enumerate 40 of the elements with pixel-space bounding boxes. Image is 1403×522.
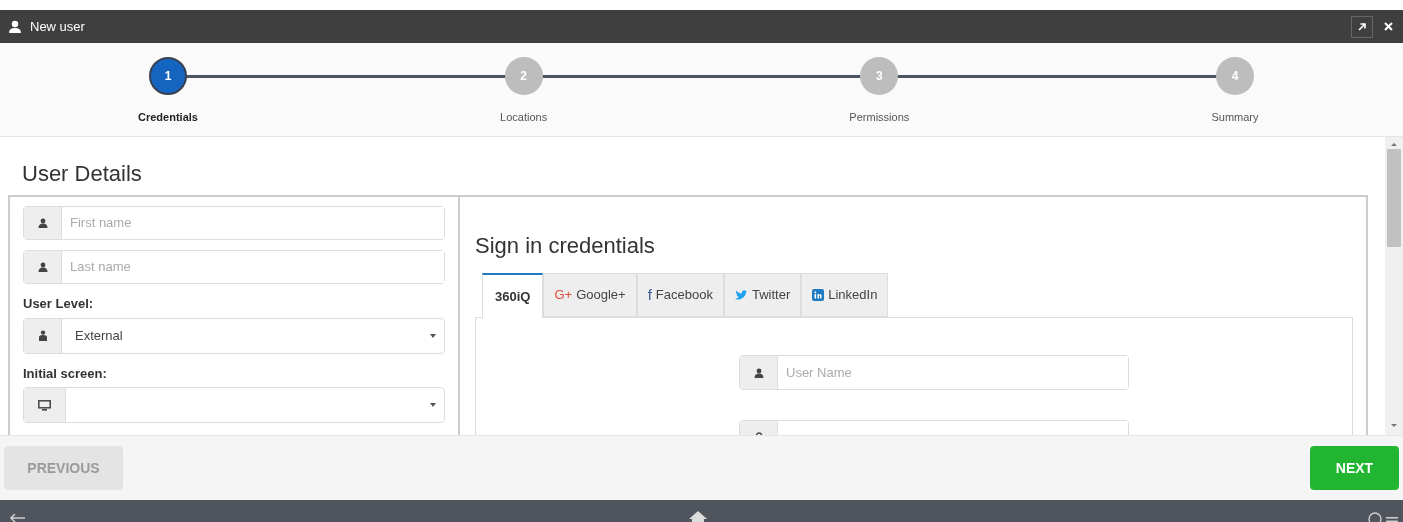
popout-button[interactable] <box>1351 15 1373 38</box>
tab[interactable]: G+ Google+ <box>543 273 637 317</box>
step-label: Credentials <box>138 110 198 125</box>
step-label: Summary <box>1211 110 1259 125</box>
tab[interactable]: f Facebook <box>636 273 724 317</box>
section-title: User Details <box>21 160 143 188</box>
arrow-up-icon <box>1391 143 1397 146</box>
bird-icon <box>734 289 748 301</box>
scrollbar[interactable] <box>1385 137 1403 435</box>
user-icon <box>37 218 48 228</box>
first-name-field[interactable]: First name <box>23 206 445 240</box>
last-name-field[interactable]: Last name <box>23 250 445 284</box>
menu-icon[interactable] <box>1386 516 1398 522</box>
back-icon[interactable] <box>10 514 26 522</box>
tab[interactable]: 360iQ <box>482 273 544 318</box>
user-level-select[interactable]: External <box>23 317 445 354</box>
help-icon[interactable] <box>1368 512 1382 522</box>
monitor-icon <box>38 399 51 411</box>
field-label: Initial screen: <box>23 364 108 383</box>
close-icon <box>1383 22 1393 31</box>
caret-icon <box>430 403 436 407</box>
arrow-icon <box>1357 21 1367 32</box>
linkedin-icon <box>812 289 825 301</box>
arrow-down-icon <box>1391 424 1397 427</box>
home-icon[interactable] <box>689 511 707 522</box>
user-icon <box>753 367 764 378</box>
step-label: Permissions <box>849 110 910 125</box>
google-plus-icon: G+ <box>554 285 573 305</box>
tab[interactable]: Twitter <box>723 273 802 317</box>
facebook-icon: f <box>647 283 652 307</box>
user-icon <box>8 19 22 34</box>
panel-title: Sign in credentials <box>475 232 656 260</box>
tab[interactable]: LinkedIn <box>801 273 889 317</box>
user-icon <box>37 262 48 272</box>
caret-icon <box>430 333 436 338</box>
window-title: New user <box>30 17 85 36</box>
user-name-field[interactable]: User Name <box>739 355 1129 390</box>
field-label: User Level: <box>23 295 95 313</box>
step-label: Locations <box>500 110 548 125</box>
users-icon <box>37 330 48 341</box>
